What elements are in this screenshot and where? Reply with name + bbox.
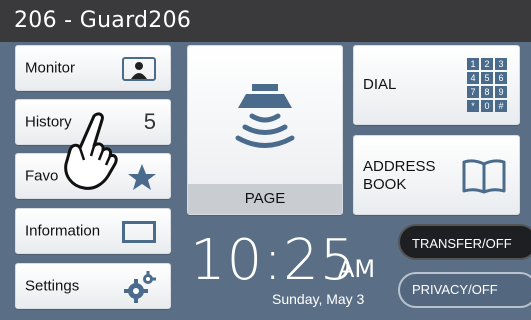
keypad-key: 7 bbox=[467, 86, 479, 98]
page-label: PAGE bbox=[188, 184, 342, 214]
title-bar: 206 - Guard206 bbox=[0, 0, 531, 42]
keypad-key: 2 bbox=[481, 58, 493, 70]
page-button[interactable]: PAGE bbox=[187, 45, 343, 215]
person-card-icon bbox=[122, 57, 156, 81]
station-title: 206 - Guard206 bbox=[14, 8, 192, 33]
keypad-key: 5 bbox=[481, 72, 493, 84]
keypad-key: 1 bbox=[467, 58, 479, 70]
privacy-toggle[interactable]: PRIVACY/OFF bbox=[398, 272, 531, 308]
keypad-key: 4 bbox=[467, 72, 479, 84]
dial-button[interactable]: DIAL 1 2 3 4 5 6 7 8 9 * 0 # bbox=[353, 45, 520, 125]
keypad-key: 0 bbox=[481, 100, 493, 112]
keypad-key: 3 bbox=[495, 58, 507, 70]
information-button[interactable]: Information bbox=[15, 208, 171, 254]
keypad-key: 9 bbox=[495, 86, 507, 98]
address-book-label-line2: BOOK bbox=[363, 176, 407, 193]
speaker-icon bbox=[235, 84, 295, 148]
clock-time: 10:25 bbox=[190, 228, 357, 293]
clock-ampm: AM bbox=[338, 255, 376, 283]
settings-label: Settings bbox=[25, 277, 80, 295]
keypad-key: # bbox=[495, 100, 507, 112]
monitor-button[interactable]: Monitor bbox=[15, 45, 171, 91]
keypad-icon: 1 2 3 4 5 6 7 8 9 * 0 # bbox=[467, 58, 507, 112]
dial-label: DIAL bbox=[363, 76, 397, 93]
monitor-label: Monitor bbox=[25, 59, 76, 77]
address-book-button[interactable]: ADDRESS BOOK bbox=[353, 135, 520, 215]
gear-icon bbox=[124, 271, 156, 303]
keypad-key: 8 bbox=[481, 86, 493, 98]
keypad-key: 6 bbox=[495, 72, 507, 84]
book-icon bbox=[462, 159, 506, 194]
clock-date: Sunday, May 3 bbox=[272, 291, 365, 307]
keypad-key: * bbox=[467, 100, 479, 112]
transfer-toggle[interactable]: TRANSFER/OFF bbox=[398, 224, 531, 260]
hand-cursor-icon bbox=[64, 112, 118, 190]
information-label: Information bbox=[25, 222, 101, 240]
history-count: 5 bbox=[143, 109, 156, 134]
settings-button[interactable]: Settings bbox=[15, 263, 171, 309]
screen-icon bbox=[122, 221, 156, 243]
address-book-label-line1: ADDRESS bbox=[363, 158, 436, 175]
favorites-label: Favo bbox=[25, 167, 59, 185]
star-icon bbox=[128, 164, 156, 190]
